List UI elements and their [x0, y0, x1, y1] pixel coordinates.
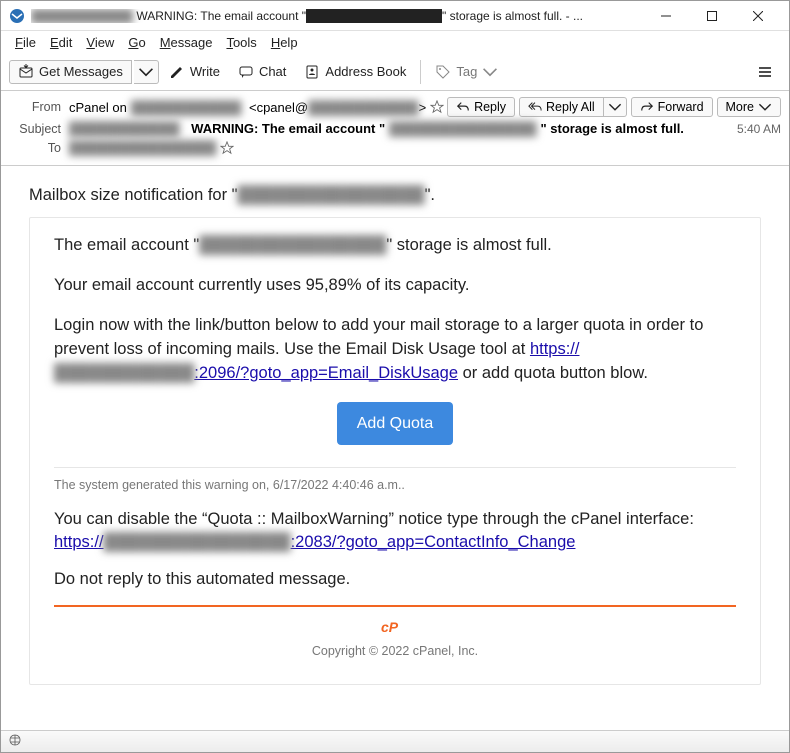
download-icon	[18, 64, 34, 80]
footer: cP Copyright © 2022 cPanel, Inc.	[54, 617, 736, 668]
chat-icon	[238, 64, 254, 80]
reply-button[interactable]: Reply	[447, 97, 515, 117]
address-book-button[interactable]: Address Book	[296, 61, 414, 83]
reply-all-dropdown[interactable]	[604, 97, 627, 117]
toolbar: Get Messages Write Chat Address Book Tag	[1, 53, 789, 91]
reply-all-icon	[528, 100, 542, 114]
forward-button[interactable]: Forward	[631, 97, 713, 117]
statusbar	[1, 730, 789, 752]
minimize-button[interactable]	[643, 1, 689, 31]
orange-divider	[54, 605, 736, 607]
from-label: From	[9, 100, 69, 114]
get-messages-button[interactable]: Get Messages	[9, 60, 132, 84]
menu-message[interactable]: Message	[154, 34, 219, 51]
subject-label: Subject	[9, 122, 69, 136]
copyright: Copyright © 2022 cPanel, Inc.	[312, 644, 478, 658]
get-messages-dropdown[interactable]	[134, 60, 159, 84]
menu-help[interactable]: Help	[265, 34, 304, 51]
tag-icon	[435, 64, 451, 80]
chevron-down-icon	[482, 64, 498, 80]
write-button[interactable]: Write	[161, 61, 228, 83]
address-label: Address Book	[325, 64, 406, 79]
menu-view[interactable]: View	[80, 34, 120, 51]
menu-go[interactable]: Go	[122, 34, 151, 51]
app-menu-button[interactable]	[749, 61, 781, 83]
from-value: cPanel on ████████████ <cpanel@█████████…	[69, 100, 447, 115]
chat-label: Chat	[259, 64, 286, 79]
to-value: ████████████████	[69, 140, 781, 155]
line-instructions: Login now with the link/button below to …	[54, 314, 736, 386]
to-label: To	[9, 141, 69, 155]
notification-card: The email account "████████████████" sto…	[29, 217, 761, 685]
close-button[interactable]	[735, 1, 781, 31]
pencil-icon	[169, 64, 185, 80]
activity-icon	[9, 733, 21, 751]
window-title: ████████████ WARNING: The email account …	[31, 9, 643, 23]
chevron-down-icon	[758, 100, 772, 114]
header-actions: Reply Reply All Forward More	[447, 97, 781, 117]
tag-label: Tag	[456, 64, 477, 79]
star-icon[interactable]	[430, 100, 444, 114]
message-body: Mailbox size notification for "█████████…	[1, 166, 789, 727]
chevron-down-icon	[138, 64, 154, 80]
menu-tools[interactable]: Tools	[220, 34, 262, 51]
titlebar: ████████████ WARNING: The email account …	[1, 1, 789, 31]
hamburger-icon	[757, 64, 773, 80]
address-book-icon	[304, 64, 320, 80]
forward-icon	[640, 100, 654, 114]
reply-icon	[456, 100, 470, 114]
chevron-down-icon	[608, 100, 622, 114]
menubar: File Edit View Go Message Tools Help	[1, 31, 789, 53]
notification-title: Mailbox size notification for "█████████…	[29, 186, 761, 205]
add-quota-button[interactable]: Add Quota	[337, 402, 454, 445]
separator	[420, 60, 421, 84]
cpanel-logo-icon: cP	[381, 617, 409, 642]
divider	[54, 467, 736, 468]
subject-value: ████████████ WARNING: The email account …	[69, 121, 716, 136]
chat-button[interactable]: Chat	[230, 61, 294, 83]
generated-note: The system generated this warning on, 6/…	[54, 476, 736, 494]
maximize-button[interactable]	[689, 1, 735, 31]
email-client-window: ████████████ WARNING: The email account …	[0, 0, 790, 753]
line-usage: Your email account currently uses 95,89%…	[54, 274, 736, 298]
more-button[interactable]: More	[717, 97, 781, 117]
disable-notice: You can disable the “Quota :: MailboxWar…	[54, 508, 736, 554]
get-messages-label: Get Messages	[39, 64, 123, 79]
message-header: From cPanel on ████████████ <cpanel@████…	[1, 91, 789, 166]
timestamp: 5:40 AM	[716, 122, 781, 136]
no-reply-notice: Do not reply to this automated message.	[54, 568, 736, 591]
svg-text:cP: cP	[381, 619, 399, 635]
reply-all-button[interactable]: Reply All	[519, 97, 604, 117]
star-icon[interactable]	[220, 141, 234, 155]
tag-button[interactable]: Tag	[427, 61, 506, 83]
thunderbird-icon	[9, 8, 25, 24]
line-account-full: The email account "████████████████" sto…	[54, 234, 736, 258]
menu-edit[interactable]: Edit	[44, 34, 78, 51]
menu-file[interactable]: File	[9, 34, 42, 51]
contact-info-link[interactable]: https://████████████████:2083/?goto_app=…	[54, 533, 575, 551]
write-label: Write	[190, 64, 220, 79]
